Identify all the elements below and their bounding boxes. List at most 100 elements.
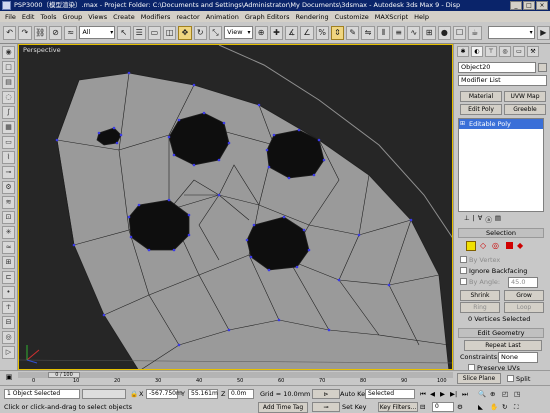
car-wheel-icon[interactable]: ◎	[2, 331, 15, 344]
unlink-icon[interactable]: ⊘	[48, 25, 63, 40]
go-to-start-icon[interactable]: ⏮	[420, 390, 426, 399]
script-listener-box[interactable]	[82, 389, 126, 399]
menu-animation[interactable]: Animation	[203, 13, 242, 21]
previous-frame-icon[interactable]: ◀	[430, 390, 435, 398]
deforming-mesh-icon[interactable]: ▦	[2, 121, 15, 134]
object-name-field[interactable]: Object20	[458, 62, 536, 73]
edge-mode-icon[interactable]: ◇	[480, 241, 486, 250]
layer-manager-icon[interactable]: ≡	[391, 25, 406, 40]
percent-snap-icon[interactable]: %	[315, 25, 329, 40]
mini-listener-icon[interactable]: ▣	[0, 370, 18, 385]
menu-help[interactable]: Help	[411, 13, 432, 21]
dashpot-icon[interactable]: ⊸	[2, 166, 15, 179]
bind-space-warp-icon[interactable]: ≈	[64, 25, 78, 40]
minimize-button[interactable]: _	[510, 1, 522, 10]
window-crossing-icon[interactable]: ◫	[163, 25, 177, 40]
rigid-body-icon[interactable]: □	[2, 61, 15, 74]
z-coordinate-field[interactable]: 0.0m	[228, 389, 254, 399]
selection-filter-dropdown[interactable]: All	[79, 26, 116, 39]
material-button[interactable]: Material	[460, 91, 502, 102]
selection-rollout-header[interactable]: Selection	[458, 228, 544, 238]
pin-stack-icon[interactable]: ⊥	[464, 214, 470, 226]
constraint-icon[interactable]: ⊞	[2, 256, 15, 269]
show-end-result-icon[interactable]: |	[473, 214, 475, 226]
remove-modifier-icon[interactable]: ⓐ	[485, 214, 492, 226]
set-key-icon[interactable]: ⊸	[312, 402, 340, 412]
auto-key-selection-dropdown[interactable]: Selected	[365, 389, 415, 399]
menu-tools[interactable]: Tools	[37, 13, 59, 21]
by-vertex-checkbox[interactable]	[460, 256, 467, 263]
greeble-button[interactable]: Greeble	[504, 104, 546, 115]
manipulate-icon[interactable]: ✚	[269, 25, 284, 40]
zoom-icon[interactable]: 🔍	[478, 390, 486, 398]
menu-graph-editors[interactable]: Graph Editors	[242, 13, 293, 21]
undo-icon[interactable]: ↶	[3, 25, 17, 40]
select-by-name-icon[interactable]: ☰	[132, 25, 146, 40]
by-angle-value[interactable]: 45.0	[508, 277, 538, 288]
hierarchy-tab-icon[interactable]: ⊤	[485, 46, 497, 57]
current-frame-field[interactable]: 0	[432, 402, 454, 412]
named-selection-icon[interactable]: ✎	[346, 25, 360, 40]
wind-icon[interactable]: ≋	[2, 196, 15, 209]
orbit-icon[interactable]: ↻	[502, 403, 507, 411]
menu-views[interactable]: Views	[85, 13, 110, 21]
next-frame-icon[interactable]: ▶|	[450, 390, 457, 398]
zoom-all-icon[interactable]: ⊕	[490, 390, 495, 398]
vertex-mode-icon[interactable]	[466, 241, 476, 251]
field-of-view-icon[interactable]: ◣	[478, 403, 483, 411]
cloth-icon[interactable]: ▤	[2, 76, 15, 89]
render-type-dropdown[interactable]	[487, 26, 535, 39]
render-icon[interactable]: ▶	[536, 25, 550, 40]
menu-reactor[interactable]: reactor	[173, 13, 202, 21]
schematic-view-icon[interactable]: ⊞	[422, 25, 436, 40]
snap-icon[interactable]: ∡	[285, 25, 299, 40]
menu-group[interactable]: Group	[60, 13, 86, 21]
split-checkbox[interactable]	[507, 375, 514, 382]
edit-poly-button[interactable]: Edit Poly	[460, 104, 502, 115]
grow-button[interactable]: Grow	[504, 290, 544, 301]
soft-body-icon[interactable]: ◌	[2, 91, 15, 104]
move-icon[interactable]: ✥	[178, 25, 192, 40]
water-icon[interactable]: ≈	[2, 241, 15, 254]
key-mode-icon[interactable]: ⊳	[312, 389, 340, 399]
modifier-stack[interactable]: Editable Poly	[458, 118, 544, 212]
fracture-icon[interactable]: ✳	[2, 226, 15, 239]
time-config-icon[interactable]: ⚙	[457, 403, 463, 411]
make-unique-icon[interactable]: ∀	[478, 214, 482, 226]
pivot-icon[interactable]: ⊕	[254, 25, 268, 40]
point-to-point-icon[interactable]: •	[2, 286, 15, 299]
curve-editor-icon[interactable]: ∿	[407, 25, 421, 40]
align-icon[interactable]: ⫴	[376, 25, 390, 40]
quick-render-icon[interactable]: ☕	[468, 25, 482, 40]
create-tab-icon[interactable]: ✱	[457, 46, 469, 57]
menu-customize[interactable]: Customize	[332, 13, 372, 21]
display-tab-icon[interactable]: ▭	[513, 46, 525, 57]
menu-edit[interactable]: Edit	[19, 13, 38, 21]
uvw-map-button[interactable]: UVW Map	[504, 91, 546, 102]
maximize-viewport-icon[interactable]: ⛶	[514, 403, 519, 412]
ring-button[interactable]: Ring	[460, 302, 500, 313]
rotate-icon[interactable]: ↻	[193, 25, 207, 40]
configure-sets-icon[interactable]: ▤	[495, 214, 501, 226]
material-editor-icon[interactable]: ●	[437, 25, 451, 40]
repeat-last-button[interactable]: Repeat Last	[464, 340, 542, 351]
reactor-icon[interactable]: ◉	[2, 46, 15, 59]
menu-rendering[interactable]: Rendering	[292, 13, 331, 21]
modifier-list-dropdown[interactable]: Modifier List	[458, 75, 547, 86]
spinner-snap-icon[interactable]: ⇕	[330, 25, 345, 40]
maximize-button[interactable]: □	[523, 1, 535, 10]
reference-coordinate-dropdown[interactable]: View	[224, 26, 253, 39]
motor-icon[interactable]: ⚙	[2, 181, 15, 194]
menu-modifiers[interactable]: Modifiers	[138, 13, 174, 21]
pan-icon[interactable]: ✋	[490, 403, 498, 411]
perspective-viewport[interactable]: Perspective	[18, 44, 453, 370]
rope-icon[interactable]: ∫	[2, 106, 15, 119]
scale-icon[interactable]: ⤡	[208, 25, 223, 40]
angle-snap-icon[interactable]: ∠	[300, 25, 314, 40]
select-object-icon[interactable]: ↖	[117, 25, 131, 40]
prismatic-icon[interactable]: ⊟	[2, 316, 15, 329]
border-mode-icon[interactable]: ◎	[492, 241, 499, 250]
zoom-extents-all-icon[interactable]: ◳	[514, 390, 520, 398]
set-key-button[interactable]: Set Key	[342, 403, 367, 411]
motion-tab-icon[interactable]: ◎	[499, 46, 511, 57]
